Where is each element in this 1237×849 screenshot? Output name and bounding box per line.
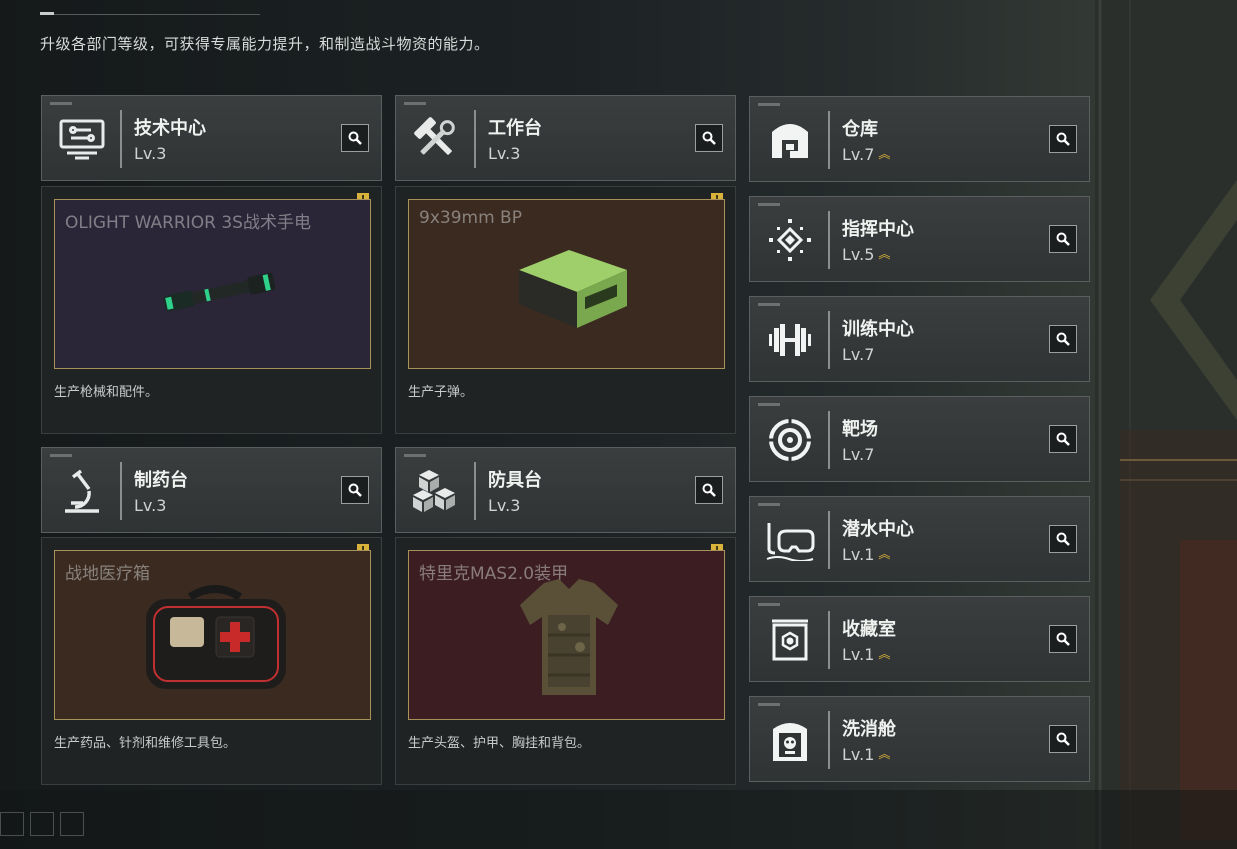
search-icon [1056, 232, 1070, 246]
toolbar-slot[interactable] [30, 812, 54, 836]
upgrade-available-icon: ︽ [878, 546, 891, 561]
upgrade-available-icon: ︽ [878, 246, 891, 261]
department-card-training-center[interactable]: 训练中心 Lv.7 [749, 296, 1090, 382]
search-button[interactable] [1049, 625, 1077, 653]
department-level: Lv.7 [842, 445, 875, 464]
department-level: Lv.7 [842, 345, 875, 364]
department-card-armor-bench[interactable]: 防具台 Lv.3 [395, 447, 736, 533]
ammo-box-image [519, 250, 627, 328]
computer-icon [54, 112, 110, 166]
search-button[interactable] [1049, 325, 1077, 353]
upgrade-available-icon: ︽ [878, 746, 891, 761]
item-preview[interactable]: 战地医疗箱 [54, 550, 371, 720]
item-preview[interactable]: 9x39mm BP [408, 199, 725, 369]
search-icon [702, 131, 716, 145]
item-preview[interactable]: OLIGHT WARRIOR 3S战术手电 [54, 199, 371, 369]
department-name: 指挥中心 [842, 219, 914, 240]
toolbar-slot[interactable] [60, 812, 84, 836]
search-button[interactable] [695, 124, 723, 152]
dumbbell-icon [762, 313, 818, 367]
search-icon [348, 131, 362, 145]
production-panel-workbench[interactable]: ! 9x39mm BP 生产子弹。 [395, 186, 736, 434]
department-name: 收藏室 [842, 619, 896, 640]
department-level: Lv.3 [134, 496, 167, 515]
department-level: Lv.7 [842, 145, 875, 164]
search-button[interactable] [1049, 125, 1077, 153]
microscope-icon [54, 464, 110, 518]
department-name: 防具台 [488, 470, 542, 491]
flashlight-image [163, 272, 276, 312]
search-icon [1056, 732, 1070, 746]
upgrade-available-icon: ︽ [878, 146, 891, 161]
department-name: 洗消舱 [842, 719, 896, 740]
department-level: Lv.3 [134, 144, 167, 163]
search-icon [348, 483, 362, 497]
department-card-workbench[interactable]: 工作台 Lv.3 [395, 95, 736, 181]
department-card-warehouse[interactable]: 仓库 Lv.7 ︽ [749, 96, 1090, 182]
department-card-shooting-range[interactable]: 靶场 Lv.7 [749, 396, 1090, 482]
department-card-decon-chamber[interactable]: 洗消舱 Lv.1 ︽ [749, 696, 1090, 782]
upgrade-available-icon: ︽ [878, 646, 891, 661]
department-name: 仓库 [842, 119, 878, 140]
department-name: 潜水中心 [842, 519, 914, 540]
department-card-collection-room[interactable]: 收藏室 Lv.1 ︽ [749, 596, 1090, 682]
department-description: 生产头盔、护甲、胸挂和背包。 [408, 736, 591, 751]
department-description: 生产子弹。 [408, 385, 474, 400]
production-panel-tech-center[interactable]: ! OLIGHT WARRIOR 3S战术手电 生产枪械和配件。 [41, 186, 382, 434]
department-name: 技术中心 [134, 118, 206, 139]
bottom-toolbar [0, 812, 84, 836]
search-button[interactable] [1049, 225, 1077, 253]
item-name: OLIGHT WARRIOR 3S战术手电 [65, 213, 311, 233]
warehouse-icon [762, 113, 818, 167]
search-button[interactable] [341, 476, 369, 504]
department-level: Lv.1 [842, 545, 875, 564]
department-name: 工作台 [488, 118, 542, 139]
search-button[interactable] [695, 476, 723, 504]
search-icon [1056, 132, 1070, 146]
target-icon [762, 413, 818, 467]
department-card-command-center[interactable]: 指挥中心 Lv.5 ︽ [749, 196, 1090, 282]
header-divider [40, 14, 260, 15]
department-level: Lv.3 [488, 144, 521, 163]
item-preview[interactable]: 特里克MAS2.0装甲 [408, 550, 725, 720]
search-icon [1056, 632, 1070, 646]
search-button[interactable] [1049, 425, 1077, 453]
department-name: 靶场 [842, 419, 878, 440]
header-accent-mark [40, 12, 54, 15]
page-subtitle: 升级各部门等级，可获得专属能力提升，和制造战斗物资的能力。 [40, 35, 490, 53]
department-level: Lv.3 [488, 496, 521, 515]
medkit-image [146, 585, 286, 689]
hammer-wrench-icon [408, 112, 464, 166]
body-armor-image [520, 579, 618, 695]
department-card-tech-center[interactable]: 技术中心 Lv.3 [41, 95, 382, 181]
department-description: 生产药品、针剂和维修工具包。 [54, 736, 237, 751]
search-icon [1056, 432, 1070, 446]
toolbar-slot[interactable] [0, 812, 24, 836]
department-name: 训练中心 [842, 319, 914, 340]
search-icon [1056, 532, 1070, 546]
decon-chamber-icon [762, 713, 818, 767]
item-name: 战地医疗箱 [65, 564, 150, 584]
department-level: Lv.1 [842, 645, 875, 664]
department-name: 制药台 [134, 470, 188, 491]
command-diamond-icon [762, 213, 818, 267]
diving-mask-icon [762, 513, 818, 567]
cubes-icon [408, 464, 464, 518]
search-button[interactable] [1049, 725, 1077, 753]
production-panel-pharmacy[interactable]: ! 战地医疗箱 生产药品、针剂和维修工具包。 [41, 537, 382, 785]
item-name: 9x39mm BP [419, 208, 522, 228]
department-description: 生产枪械和配件。 [54, 385, 159, 400]
search-icon [702, 483, 716, 497]
search-button[interactable] [341, 124, 369, 152]
production-panel-armor-bench[interactable]: ! 特里克MAS2.0装甲 生产头盔、护甲、胸挂和背包。 [395, 537, 736, 785]
search-button[interactable] [1049, 525, 1077, 553]
department-level: Lv.5 [842, 245, 875, 264]
search-icon [1056, 332, 1070, 346]
display-case-icon [762, 613, 818, 667]
department-card-pharmacy[interactable]: 制药台 Lv.3 [41, 447, 382, 533]
department-level: Lv.1 [842, 745, 875, 764]
department-card-diving-center[interactable]: 潜水中心 Lv.1 ︽ [749, 496, 1090, 582]
